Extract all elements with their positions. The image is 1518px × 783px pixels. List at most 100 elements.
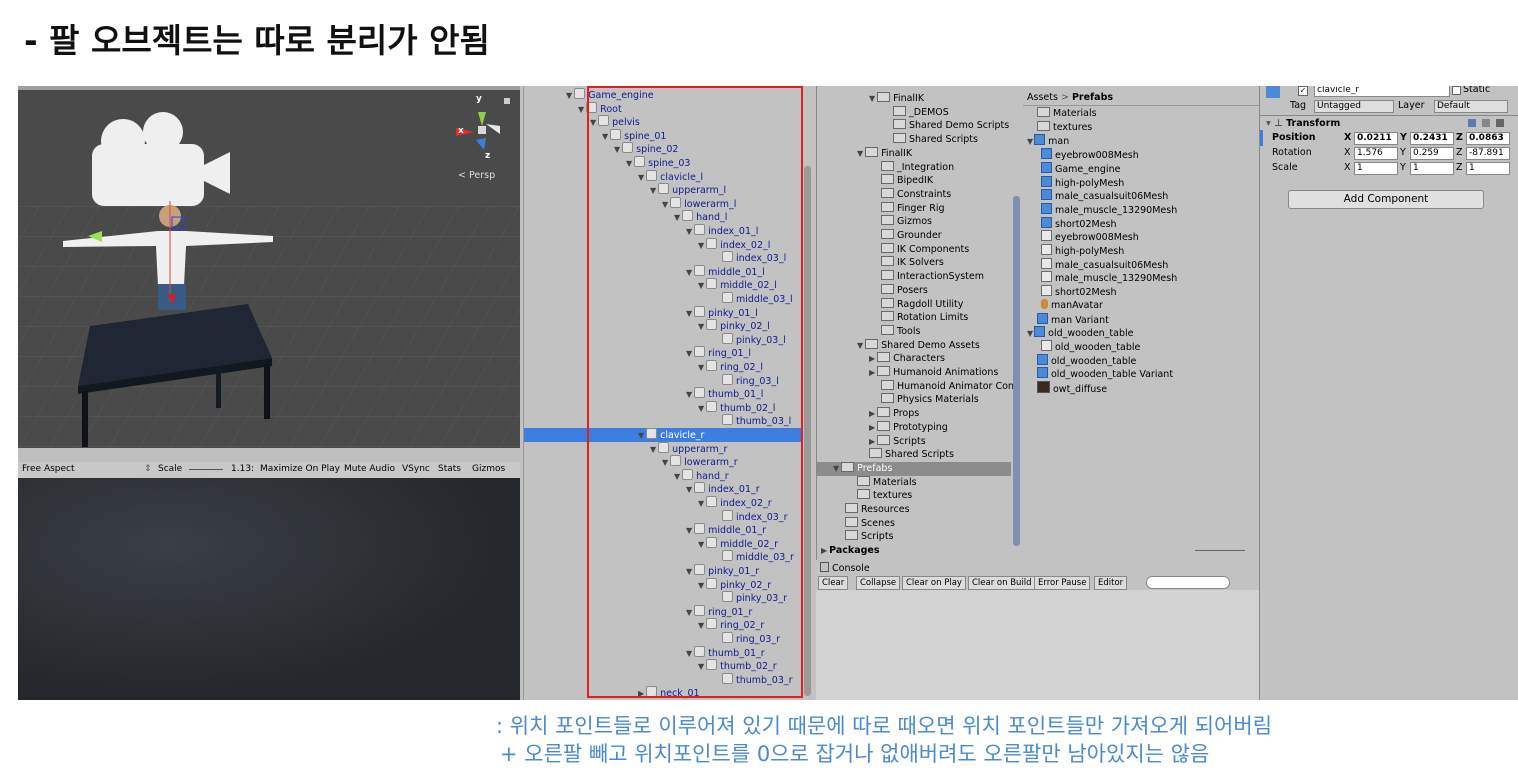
console-log-area[interactable] — [816, 590, 1259, 700]
folder-item[interactable]: ▶ Props — [869, 407, 919, 420]
maximize-on-play-button[interactable]: Maximize On Play — [260, 464, 340, 474]
asset-item[interactable]: Game_engine — [1041, 161, 1120, 175]
console-search-input[interactable] — [1146, 576, 1230, 589]
game-view[interactable] — [18, 478, 520, 700]
asset-item[interactable]: old_wooden_table — [1041, 339, 1140, 353]
asset-item[interactable]: short02Mesh — [1041, 216, 1117, 230]
console-clear-on-build-button[interactable]: Clear on Build — [968, 576, 1036, 590]
expand-arrow-icon[interactable]: ▶ — [869, 368, 875, 377]
transform-x-field[interactable]: 1.576 — [1354, 147, 1398, 160]
folder-item[interactable]: Finger Rig — [869, 201, 945, 215]
collapse-arrow-icon[interactable]: ▼ — [869, 94, 875, 103]
static-checkbox[interactable] — [1452, 86, 1461, 95]
folder-item[interactable]: Humanoid Animator Con — [869, 379, 1014, 393]
scene-view[interactable]: y x z < Persp — [18, 86, 520, 448]
asset-item[interactable]: Materials — [1037, 107, 1097, 120]
folder-item[interactable]: Shared Demo Scripts — [881, 119, 1009, 132]
folder-item[interactable]: ▶ Prototyping — [869, 420, 948, 434]
asset-item[interactable]: textures — [1037, 120, 1092, 134]
collapse-arrow-icon[interactable]: ▼ — [566, 91, 572, 100]
preset-icon[interactable] — [1482, 119, 1490, 127]
folder-item[interactable]: ▶ Packages — [821, 544, 880, 557]
folder-item[interactable]: Rotation Limits — [869, 311, 968, 324]
expand-arrow-icon[interactable]: ▶ — [821, 546, 827, 555]
expand-arrow-icon[interactable]: ▶ — [869, 354, 875, 363]
transform-y-field[interactable]: 0.2431 — [1410, 132, 1454, 145]
asset-item[interactable]: eyebrow008Mesh — [1041, 148, 1139, 161]
folder-item[interactable]: _DEMOS — [881, 105, 949, 119]
persp-label[interactable]: < Persp — [458, 170, 495, 181]
transform-x-field[interactable]: 1 — [1354, 162, 1398, 175]
hierarchy-scrollbar[interactable] — [804, 166, 811, 696]
expand-arrow-icon[interactable]: ▶ — [869, 423, 875, 432]
folder-item[interactable]: _Integration — [869, 160, 954, 174]
breadcrumb-current[interactable]: Prefabs — [1072, 92, 1113, 103]
active-checkbox[interactable]: ✓ — [1298, 86, 1308, 96]
folder-item[interactable]: textures — [845, 489, 912, 502]
asset-item[interactable]: old_wooden_table Variant — [1037, 367, 1173, 380]
folder-item[interactable]: IK Solvers — [869, 256, 944, 269]
folder-item[interactable]: InteractionSystem — [869, 270, 984, 283]
folder-item[interactable]: ▼ Shared Demo Assets — [857, 338, 980, 352]
console-error-pause-button[interactable]: Error Pause — [1034, 576, 1091, 590]
folder-item[interactable]: ▼ FinalIK — [857, 146, 912, 160]
gear-icon[interactable] — [1496, 119, 1504, 127]
stats-button[interactable]: Stats — [438, 464, 461, 474]
asset-item[interactable]: male_casualsuit06Mesh — [1041, 257, 1168, 271]
asset-item[interactable]: ▼ old_wooden_table — [1027, 326, 1134, 339]
folder-item[interactable]: Physics Materials — [869, 393, 979, 406]
help-icon[interactable] — [1468, 119, 1476, 127]
expand-arrow-icon[interactable]: ▶ — [869, 437, 875, 446]
folder-item[interactable]: Ragdoll Utility — [869, 297, 963, 311]
asset-item[interactable]: male_casualsuit06Mesh — [1041, 189, 1168, 202]
folder-item[interactable]: Scripts — [833, 530, 894, 543]
scale-slider[interactable] — [189, 469, 223, 470]
folder-item[interactable]: BipedIK — [869, 174, 933, 187]
folder-item[interactable]: Shared Scripts — [881, 133, 978, 146]
asset-item[interactable]: high-polyMesh — [1041, 175, 1124, 189]
folder-item[interactable]: ▼ FinalIK — [869, 92, 924, 105]
collapse-arrow-icon[interactable]: ▼ — [833, 464, 839, 473]
console-collapse-button[interactable]: Collapse — [856, 576, 901, 590]
transform-x-field[interactable]: 0.0211 — [1354, 132, 1398, 145]
collapse-arrow-icon[interactable]: ▼ — [1027, 329, 1033, 338]
folder-item[interactable]: ▼ Prefabs — [833, 461, 892, 475]
folder-item[interactable]: Constraints — [869, 187, 951, 201]
folder-item[interactable]: Materials — [845, 475, 917, 489]
folder-item[interactable]: ▶ Humanoid Animations — [869, 366, 998, 379]
aspect-dropdown[interactable]: Free Aspect — [22, 464, 75, 474]
asset-item[interactable]: short02Mesh — [1041, 285, 1117, 298]
transform-z-field[interactable]: 0.0863 — [1466, 132, 1510, 145]
folder-item[interactable]: Tools — [869, 324, 920, 338]
folder-item[interactable]: Scenes — [833, 516, 895, 530]
asset-item[interactable]: man Variant — [1037, 312, 1109, 326]
folder-item[interactable]: Posers — [869, 283, 928, 297]
console-clear-on-play-button[interactable]: Clear on Play — [902, 576, 966, 590]
collapse-arrow-icon[interactable]: ▼ — [1027, 137, 1033, 146]
console-clear-button[interactable]: Clear — [818, 576, 849, 590]
folder-item[interactable]: ▶ Characters — [869, 352, 945, 365]
folder-item[interactable]: ▶ Scripts — [869, 434, 926, 448]
folder-item[interactable]: Resources — [833, 503, 910, 516]
transform-y-field[interactable]: 0.259 — [1410, 147, 1454, 160]
mute-audio-button[interactable]: Mute Audio — [344, 464, 395, 474]
add-component-button[interactable]: Add Component — [1288, 190, 1484, 209]
asset-item[interactable]: ▼ man — [1027, 134, 1069, 147]
folder-item[interactable]: Grounder — [869, 229, 942, 242]
transform-header[interactable]: ▾ ⊥ Transform — [1266, 118, 1340, 129]
folder-tree-scrollbar[interactable] — [1013, 196, 1020, 546]
tag-dropdown[interactable]: Untagged — [1314, 100, 1394, 113]
vsync-button[interactable]: VSync — [402, 464, 430, 474]
asset-item[interactable]: old_wooden_table — [1037, 353, 1136, 367]
transform-z-field[interactable]: -87.891 — [1466, 147, 1510, 160]
folder-item[interactable]: IK Components — [869, 242, 969, 256]
transform-y-field[interactable]: 1 — [1410, 162, 1454, 175]
gizmos-button[interactable]: Gizmos — [472, 464, 505, 474]
collapse-arrow-icon[interactable]: ▼ — [578, 105, 584, 114]
asset-item[interactable]: eyebrow008Mesh — [1041, 230, 1139, 243]
collapse-arrow-icon[interactable]: ▼ — [857, 341, 863, 350]
collapse-arrow-icon[interactable]: ▼ — [857, 149, 863, 158]
object-name-field[interactable]: clavicle_r — [1314, 86, 1450, 97]
transform-z-field[interactable]: 1 — [1466, 162, 1510, 175]
folder-item[interactable]: Gizmos — [869, 215, 932, 228]
